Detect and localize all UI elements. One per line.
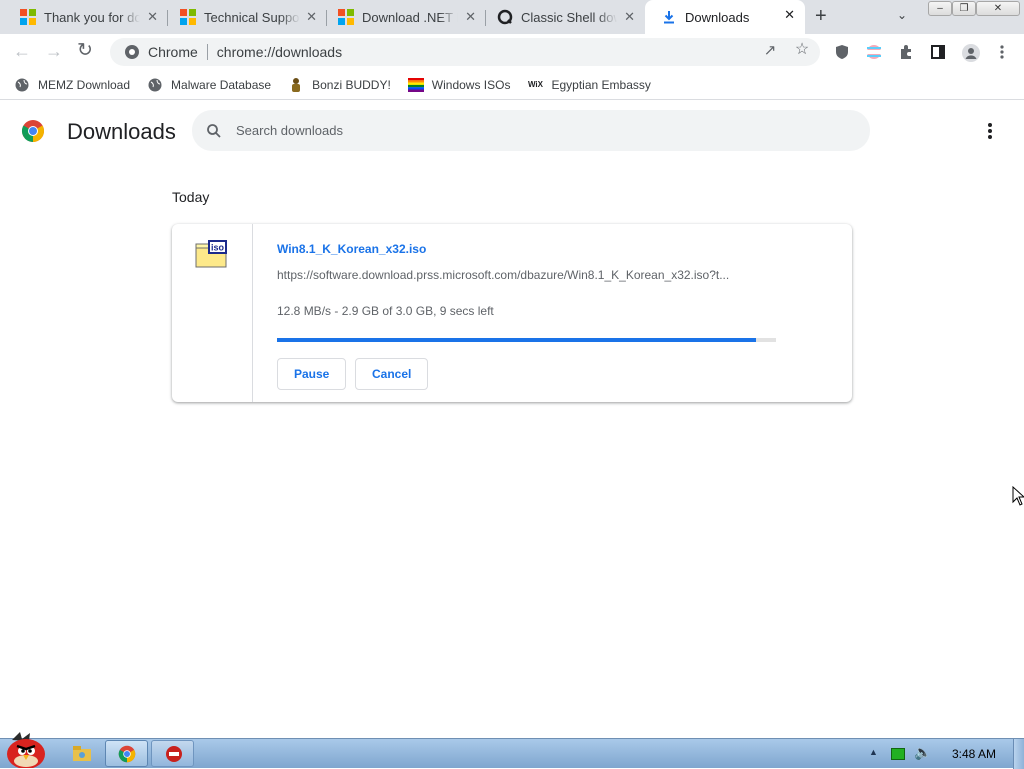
- chrome-logo-icon: [22, 120, 44, 142]
- tab-thank-you[interactable]: Thank you for downloading ✕: [4, 2, 168, 32]
- bookmark-egyptian-embassy[interactable]: WiX Egyptian Embassy: [527, 77, 651, 93]
- ublock-shield-icon[interactable]: [834, 44, 850, 60]
- bonzi-icon: [288, 77, 304, 93]
- red-app-icon: [166, 746, 182, 762]
- page-title: Downloads: [67, 119, 176, 144]
- folder-icon: [73, 746, 91, 761]
- tab-strip: Thank you for downloading ✕ Technical Su…: [0, 0, 1024, 34]
- forward-arrow-icon[interactable]: →: [45, 42, 63, 60]
- globe-icon: [14, 77, 30, 93]
- rainbow-flag-icon: [407, 77, 424, 93]
- taskbar-explorer[interactable]: [64, 740, 100, 767]
- download-status: 12.8 MB/s - 2.9 GB of 3.0 GB, 9 secs lef…: [277, 304, 494, 318]
- search-input[interactable]: [236, 123, 836, 138]
- profile-avatar-icon[interactable]: [962, 44, 980, 62]
- taskbar-clock[interactable]: 3:48 AM: [952, 747, 996, 761]
- bookmark-windows-isos[interactable]: Windows ISOs: [407, 77, 511, 93]
- download-icon: [664, 11, 674, 24]
- tab-close-icon[interactable]: ✕: [465, 10, 476, 24]
- chrome-logo-icon: [125, 45, 139, 59]
- close-window-button[interactable]: ✕: [976, 1, 1020, 16]
- url-text[interactable]: chrome://downloads: [217, 44, 342, 60]
- omnibox-divider: [206, 44, 208, 60]
- bookmark-bonzi-buddy[interactable]: Bonzi BUDDY!: [288, 77, 391, 93]
- volume-icon[interactable]: 🔈: [914, 744, 931, 761]
- tab-title: Classic Shell download: [521, 9, 617, 25]
- bookmark-label: Egyptian Embassy: [551, 77, 651, 92]
- site-label: Chrome: [148, 44, 198, 60]
- side-panel-icon[interactable]: [930, 44, 946, 60]
- pause-button[interactable]: Pause: [277, 358, 347, 390]
- taskbar-chrome[interactable]: [105, 740, 148, 767]
- show-hidden-icons-icon[interactable]: ▲: [869, 747, 878, 757]
- bookmarks-bar: MEMZ Download Malware Database Bonzi BUD…: [0, 70, 1024, 100]
- back-arrow-icon[interactable]: ←: [13, 42, 31, 60]
- progress-bar: [277, 338, 776, 342]
- tab-title: Download .NET Framework: [362, 9, 458, 25]
- source-url[interactable]: https://software.download.prss.microsoft…: [277, 268, 777, 282]
- tab-close-icon[interactable]: ✕: [624, 10, 635, 24]
- bookmark-label: Bonzi BUDDY!: [312, 77, 391, 92]
- wix-icon: WiX: [527, 80, 543, 89]
- minimize-button[interactable]: –: [928, 1, 952, 16]
- date-heading: Today: [172, 189, 210, 205]
- battery-icon[interactable]: [891, 748, 905, 760]
- reload-icon[interactable]: ↻: [77, 41, 93, 60]
- address-bar[interactable]: Chrome chrome://downloads: [110, 38, 820, 66]
- bookmark-label: MEMZ Download: [38, 77, 131, 92]
- more-actions-menu-icon[interactable]: [982, 121, 998, 141]
- bookmark-star-icon[interactable]: ☆: [794, 42, 810, 58]
- downloads-header: Downloads: [0, 101, 1024, 161]
- file-icon-label: iso: [211, 243, 225, 253]
- microsoft-logo-icon: [20, 9, 36, 25]
- chrome-logo-icon: [118, 745, 136, 763]
- search-icon: [207, 123, 221, 138]
- restore-button[interactable]: ❐: [952, 1, 976, 16]
- microsoft-logo-icon: [180, 9, 196, 25]
- tab-downloads[interactable]: Downloads ✕: [645, 0, 805, 34]
- show-desktop-button[interactable]: [1013, 739, 1024, 769]
- classic-shell-icon: [497, 9, 513, 25]
- tab-search-chevron-icon[interactable]: ⌄: [897, 8, 907, 22]
- chrome-menu-icon[interactable]: [994, 44, 1010, 60]
- bookmark-memz[interactable]: MEMZ Download: [14, 77, 130, 93]
- share-icon[interactable]: ↗: [762, 43, 778, 59]
- angry-bird-start-icon[interactable]: [2, 730, 50, 768]
- microsoft-logo-icon: [338, 9, 354, 25]
- extension-flag-icon[interactable]: [866, 44, 882, 60]
- iso-file-icon: iso: [195, 240, 227, 268]
- extensions-puzzle-icon[interactable]: [898, 44, 914, 60]
- tab-title: Thank you for downloading: [44, 9, 140, 25]
- tab-title: Technical Support: [204, 9, 300, 25]
- tab-close-icon[interactable]: ✕: [784, 8, 795, 22]
- bookmark-label: Malware Database: [171, 77, 272, 92]
- tab-dotnet-download[interactable]: Download .NET Framework ✕: [322, 2, 486, 32]
- mouse-cursor-icon: [1012, 486, 1024, 506]
- globe-icon: [147, 77, 163, 93]
- file-name-link[interactable]: Win8.1_K_Korean_x32.iso: [277, 242, 426, 256]
- taskbar-app[interactable]: [151, 740, 194, 767]
- file-icon-column: iso: [172, 224, 253, 402]
- search-downloads-box[interactable]: [192, 110, 870, 151]
- tab-technical-support[interactable]: Technical Support ✕: [164, 2, 327, 32]
- tab-close-icon[interactable]: ✕: [306, 10, 317, 24]
- progress-fill: [277, 338, 757, 342]
- cancel-button[interactable]: Cancel: [355, 358, 429, 390]
- bookmark-label: Windows ISOs: [431, 77, 511, 92]
- tab-classic-shell[interactable]: Classic Shell download ✕: [481, 2, 645, 32]
- download-item-card: iso Win8.1_K_Korean_x32.iso https://soft…: [172, 224, 852, 402]
- tab-title: Downloads: [685, 9, 750, 25]
- new-tab-button[interactable]: +: [815, 6, 827, 26]
- tab-close-icon[interactable]: ✕: [147, 10, 158, 24]
- windows-taskbar: ▲ 🔈 3:48 AM: [0, 732, 1024, 769]
- bookmark-malware-database[interactable]: Malware Database: [147, 77, 271, 93]
- browser-toolbar: ← → ↻ Chrome chrome://downloads ↗ ☆: [0, 34, 1024, 70]
